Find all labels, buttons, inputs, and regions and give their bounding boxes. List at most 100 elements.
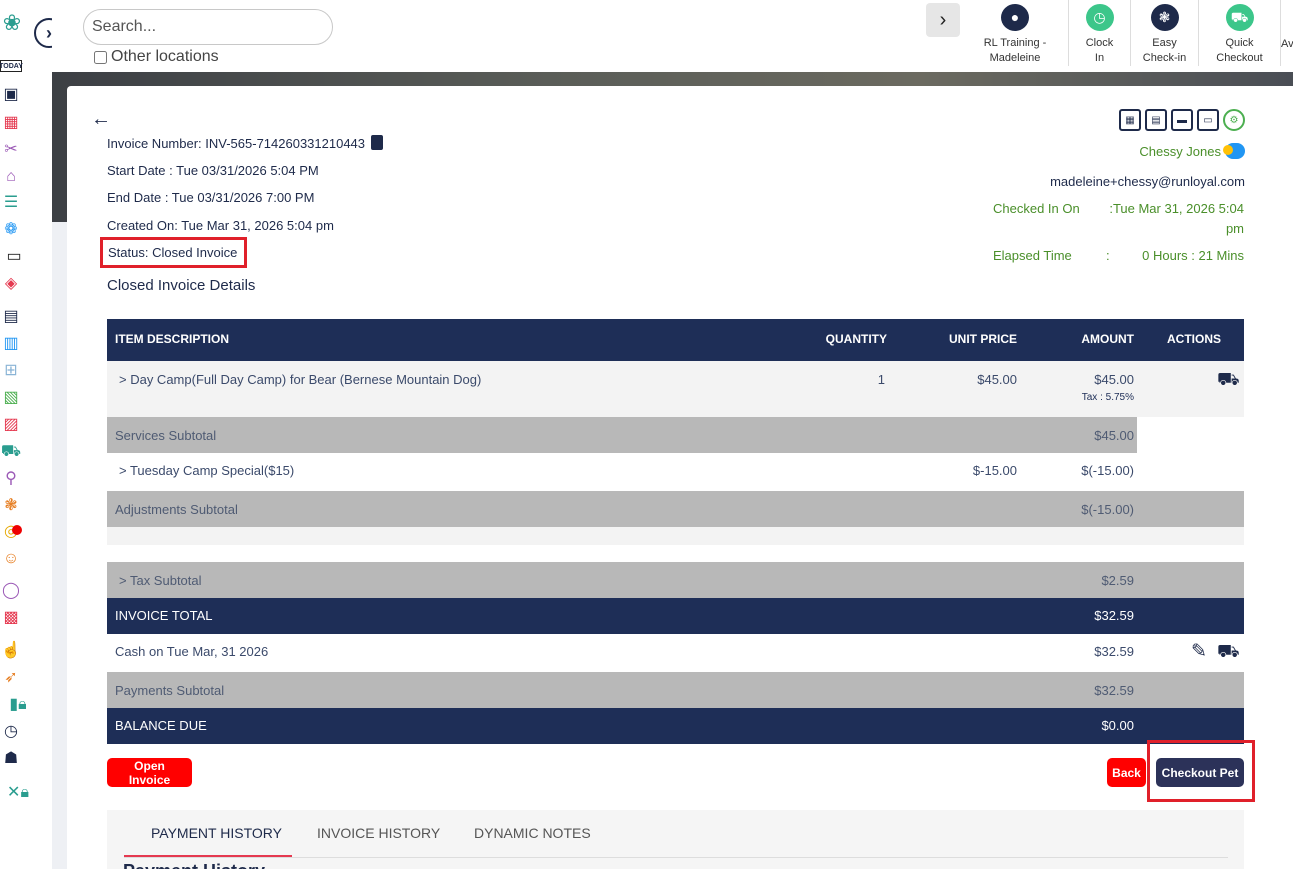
quick-action-label: Clock [1085, 37, 1114, 49]
receipt-icon[interactable]: ▤ [1145, 109, 1167, 131]
header-amount: AMOUNT [1081, 332, 1134, 346]
customer-email: madeleine+chessy@runloyal.com [1050, 174, 1245, 189]
checked-in-value: :Tue Mar 31, 2026 5:04 [1109, 201, 1244, 216]
printer-icon[interactable]: ▬ [1171, 109, 1193, 131]
chart-icon[interactable]: ◎ [0, 521, 22, 543]
services-subtotal-label: Services Subtotal [115, 428, 217, 443]
header-quantity: QUANTITY [825, 332, 887, 346]
tax-subtotal-row[interactable]: > Tax Subtotal $2.59 [107, 562, 1244, 598]
qr-code-icon[interactable]: ▦ [1119, 109, 1141, 131]
other-locations-label: Other locations [111, 48, 219, 65]
chat-icon[interactable] [1223, 143, 1245, 159]
edit-icon[interactable]: ✎ [1191, 640, 1207, 663]
customer-name[interactable]: Chessy Jones [1139, 143, 1245, 159]
quick-action-quick-checkout[interactable]: ⛟ Quick Checkout [1199, 0, 1281, 66]
item-tax: Tax : 5.75% [1081, 392, 1134, 403]
adjustment-description[interactable]: > Tuesday Camp Special($15) [119, 463, 294, 478]
shopping-icon[interactable]: ⚲ [0, 468, 22, 490]
quick-action-easy-checkin[interactable]: ❃ Easy Check-in [1131, 0, 1199, 66]
tab-dynamic-notes[interactable]: DYNAMIC NOTES [474, 825, 591, 841]
paw-logo-icon[interactable]: ❀ [0, 8, 24, 38]
other-locations-checkbox[interactable] [94, 50, 107, 64]
schedule-icon[interactable]: ▤ [0, 306, 22, 328]
services-subtotal-row: Services Subtotal $45.00 [107, 417, 1244, 453]
search-input[interactable] [83, 9, 333, 45]
adjustments-subtotal-amount: $(-15.00) [1081, 502, 1134, 517]
elapsed-label: Elapsed Time [993, 248, 1072, 263]
payments-subtotal-label: Payments Subtotal [115, 683, 225, 698]
adjustment-amount: $(-15.00) [1081, 463, 1134, 478]
section-title: Closed Invoice Details [107, 277, 256, 294]
cart-icon: ⛟ [1225, 4, 1254, 31]
invoice-total-amount: $32.59 [1094, 608, 1134, 623]
table-spacer [107, 527, 1244, 545]
analytics-lock-icon[interactable]: ▮🔒︎ [0, 694, 36, 716]
open-invoice-button[interactable]: Open Invoice [107, 758, 192, 787]
paw-icon[interactable]: ❃ [0, 495, 22, 517]
quick-action-label: Easy [1152, 37, 1177, 49]
payment-history-title: Payment History [123, 861, 265, 869]
today-checkin-icon[interactable]: ▭ [0, 246, 28, 268]
invoice-total-row: INVOICE TOTAL $32.59 [107, 598, 1244, 634]
receipt-printer-icon[interactable]: ▭ [1197, 109, 1219, 131]
clipboard-icon[interactable]: ▨ [0, 414, 22, 436]
dashboard-icon[interactable]: ▣ [0, 84, 22, 106]
tags-icon[interactable]: ◈ [0, 273, 22, 295]
quick-action-partial[interactable]: Av [1281, 0, 1293, 66]
table-row[interactable]: > Day Camp(Full Day Camp) for Bear (Bern… [107, 361, 1244, 417]
item-description[interactable]: > Day Camp(Full Day Camp) for Bear (Bern… [119, 372, 481, 387]
user-icon[interactable]: ☺ [0, 548, 22, 570]
thumbs-up-icon[interactable]: ☝ [0, 640, 22, 662]
rocket-icon[interactable]: ➶ [0, 667, 22, 689]
quick-action-label: RL Training - [983, 37, 1047, 49]
tax-subtotal-amount: $2.59 [1101, 573, 1134, 588]
people-icon[interactable]: ☗ [0, 748, 22, 770]
location-pin-icon: ● [1001, 4, 1029, 31]
quick-action-location[interactable]: ● RL Training - Madeleine [962, 0, 1069, 66]
header-unit-price: UNIT PRICE [948, 332, 1017, 346]
invoice-card: ← Invoice Number: INV-565-71426033121044… [67, 86, 1293, 869]
header-item-description: ITEM DESCRIPTION [115, 332, 230, 346]
store-icon[interactable]: ⌂ [0, 166, 22, 188]
cart-icon[interactable]: ⛟ [1217, 369, 1240, 393]
tab-payment-history[interactable]: PAYMENT HISTORY [151, 825, 282, 841]
other-locations-toggle[interactable]: Other locations [94, 48, 219, 66]
services-subtotal-amount: $45.00 [1094, 428, 1134, 443]
quick-action-label: Checkout [1216, 52, 1263, 64]
payment-row: Cash on Tue Mar, 31 2026 $32.59 ✎ ⛟ [107, 634, 1244, 672]
checkout-pet-button[interactable]: Checkout Pet [1156, 758, 1244, 787]
back-button[interactable]: Back [1107, 758, 1146, 787]
cart-icon[interactable]: ⛟ [1217, 641, 1240, 665]
clock-icon[interactable]: ◷ [0, 721, 22, 743]
tools-lock-icon[interactable]: ✕🔒︎ [0, 782, 36, 804]
invoice-number: Invoice Number: INV-565-714260331210443 [107, 135, 384, 151]
quick-action-clock-in[interactable]: ◷ Clock In [1069, 0, 1131, 66]
copy-icon[interactable] [371, 135, 384, 150]
today-icon[interactable]: TODAY [0, 60, 23, 72]
created-on: Created On: Tue Mar 31, 2026 5:04 pm [107, 218, 334, 233]
back-arrow-icon[interactable]: ← [91, 108, 111, 131]
quick-actions-scroll-button[interactable]: › [926, 3, 960, 37]
cart-icon[interactable]: ⛟ [0, 441, 22, 463]
tax-subtotal-label[interactable]: > Tax Subtotal [119, 573, 202, 588]
grid-icon[interactable]: ⊞ [0, 360, 22, 382]
clock-icon: ◷ [1085, 4, 1114, 31]
chat-icon[interactable]: ◯ [0, 580, 22, 602]
invoice-total-label: INVOICE TOTAL [115, 608, 213, 623]
grooming-icon[interactable]: ✂ [0, 139, 22, 161]
calendar-icon[interactable]: ▦ [0, 112, 22, 134]
history-tabs: PAYMENT HISTORY INVOICE HISTORY DYNAMIC … [107, 810, 1244, 869]
tab-invoice-history[interactable]: INVOICE HISTORY [317, 825, 440, 841]
report-icon[interactable]: ▧ [0, 387, 22, 409]
cart-settings-icon[interactable]: ⚙ [1223, 109, 1245, 131]
quick-action-label: Quick [1225, 37, 1254, 49]
calendar-alt-icon[interactable]: ▥ [0, 333, 22, 355]
table-row[interactable]: > Tuesday Camp Special($15) $-15.00 $(-1… [107, 453, 1244, 491]
image-icon[interactable]: ▩ [0, 607, 22, 629]
elapsed-value: 0 Hours : 21 Mins [1142, 248, 1244, 263]
payments-subtotal-amount: $32.59 [1094, 683, 1134, 698]
list-icon[interactable]: ☰ [0, 192, 22, 214]
elapsed-separator: : [1106, 248, 1110, 263]
header-actions: ACTIONS [1167, 332, 1221, 346]
pet-icon[interactable]: ❁ [0, 219, 22, 241]
